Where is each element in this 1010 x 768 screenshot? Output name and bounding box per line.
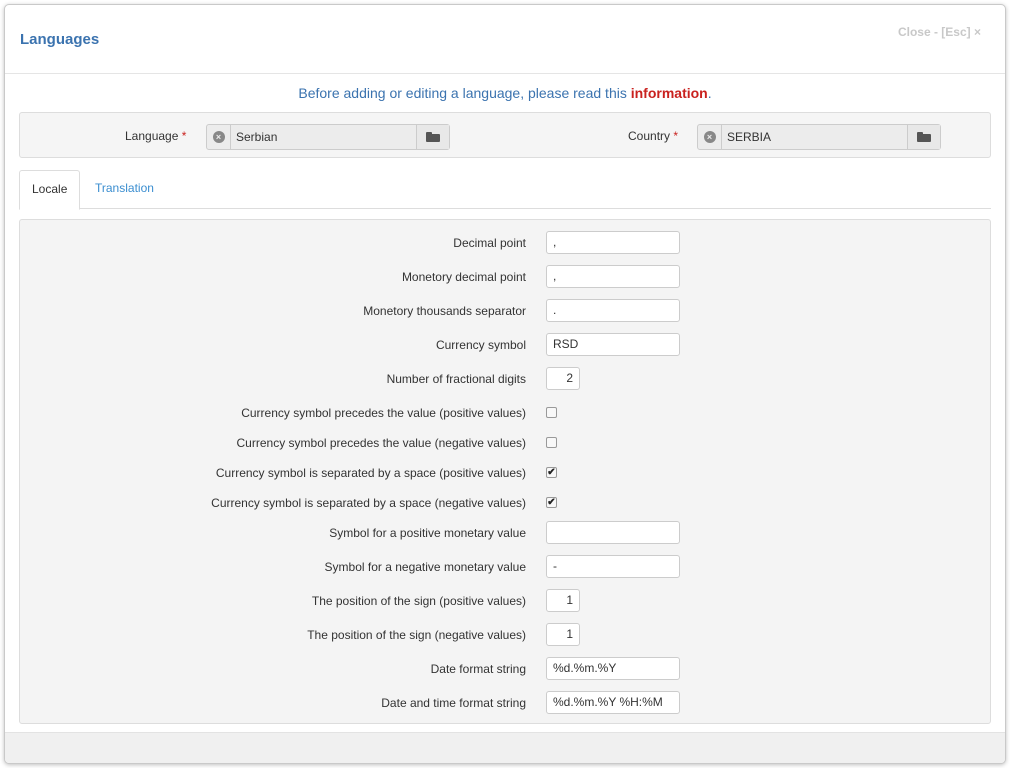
folder-open-icon [917, 132, 931, 142]
checkmark-icon: ✔ [547, 467, 556, 478]
monetary-thousands-separator-input[interactable]: . [546, 299, 680, 322]
currency-symbol-input[interactable]: RSD [546, 333, 680, 356]
country-value: SERBIA [727, 130, 772, 144]
info-message: Before adding or editing a language, ple… [5, 85, 1005, 101]
language-clear-button[interactable]: × [207, 125, 231, 149]
dialog-title: Languages [20, 31, 100, 48]
sign-position-positive-input[interactable]: 1 [546, 589, 580, 612]
precedes-positive-checkbox[interactable] [546, 407, 557, 418]
dialog-footer [5, 732, 1005, 763]
precedes-negative-checkbox[interactable] [546, 437, 557, 448]
clear-icon: × [212, 131, 225, 143]
country-lookup: × SERBIA [697, 124, 941, 150]
folder-open-icon [426, 132, 440, 142]
sign-position-positive-label: The position of the sign (positive value… [311, 594, 526, 608]
precedes-positive-label: Currency symbol precedes the value (posi… [241, 406, 526, 420]
clear-icon: × [703, 131, 716, 143]
dialog-header: Languages Close - [Esc] × [5, 5, 1005, 74]
date-format-input[interactable]: %d.%m.%Y [546, 657, 680, 680]
monetary-thousands-separator-label: Monetory thousands separator [363, 304, 526, 318]
fractional-digits-input[interactable]: 2 [546, 367, 580, 390]
negative-sign-input[interactable]: - [546, 555, 680, 578]
close-button[interactable]: Close - [Esc] × [898, 25, 981, 39]
info-suffix: . [707, 85, 712, 101]
languages-dialog: Languages Close - [Esc] × Before adding … [4, 4, 1006, 764]
positive-sign-label: Symbol for a positive monetary value [329, 526, 526, 540]
language-label-text: Language [125, 129, 179, 143]
country-browse-button[interactable] [907, 125, 940, 149]
tab-translation[interactable]: Translation [83, 170, 166, 207]
sign-position-negative-label: The position of the sign (negative value… [307, 628, 526, 642]
required-mark: * [673, 129, 679, 143]
checkmark-icon: ✔ [547, 497, 556, 508]
space-positive-label: Currency symbol is separated by a space … [215, 466, 526, 480]
country-label-text: Country [628, 129, 671, 143]
language-browse-button[interactable] [416, 125, 449, 149]
locale-form: Decimal point , Monetory decimal point ,… [19, 219, 991, 724]
information-link[interactable]: information [631, 85, 708, 101]
date-format-label: Date format string [430, 662, 526, 676]
space-positive-checkbox[interactable]: ✔ [546, 467, 557, 478]
positive-sign-input[interactable] [546, 521, 680, 544]
precedes-negative-label: Currency symbol precedes the value (nega… [236, 436, 526, 450]
sign-position-negative-input[interactable]: 1 [546, 623, 580, 646]
decimal-point-input[interactable]: , [546, 231, 680, 254]
language-lookup: × Serbian [206, 124, 450, 150]
tab-bar: Locale Translation [19, 170, 991, 210]
required-mark: * [181, 129, 187, 143]
language-value: Serbian [236, 130, 278, 144]
tab-locale[interactable]: Locale [19, 170, 81, 210]
negative-sign-label: Symbol for a negative monetary value [324, 560, 526, 574]
info-text: Before adding or editing a language, ple… [298, 85, 631, 101]
monetary-decimal-point-input[interactable]: , [546, 265, 680, 288]
space-negative-checkbox[interactable]: ✔ [546, 497, 557, 508]
fractional-digits-label: Number of fractional digits [386, 372, 526, 386]
language-label: Language * [125, 129, 186, 143]
country-clear-button[interactable]: × [698, 125, 722, 149]
country-label: Country * [628, 129, 678, 143]
decimal-point-label: Decimal point [453, 236, 526, 250]
datetime-format-label: Date and time format string [381, 696, 526, 710]
currency-symbol-label: Currency symbol [435, 338, 526, 352]
datetime-format-input[interactable]: %d.%m.%Y %H:%M [546, 691, 680, 714]
monetary-decimal-point-label: Monetory decimal point [401, 270, 526, 284]
language-country-panel: Language * × Serbian Country * × SERBIA [19, 112, 991, 158]
space-negative-label: Currency symbol is separated by a space … [211, 496, 526, 510]
